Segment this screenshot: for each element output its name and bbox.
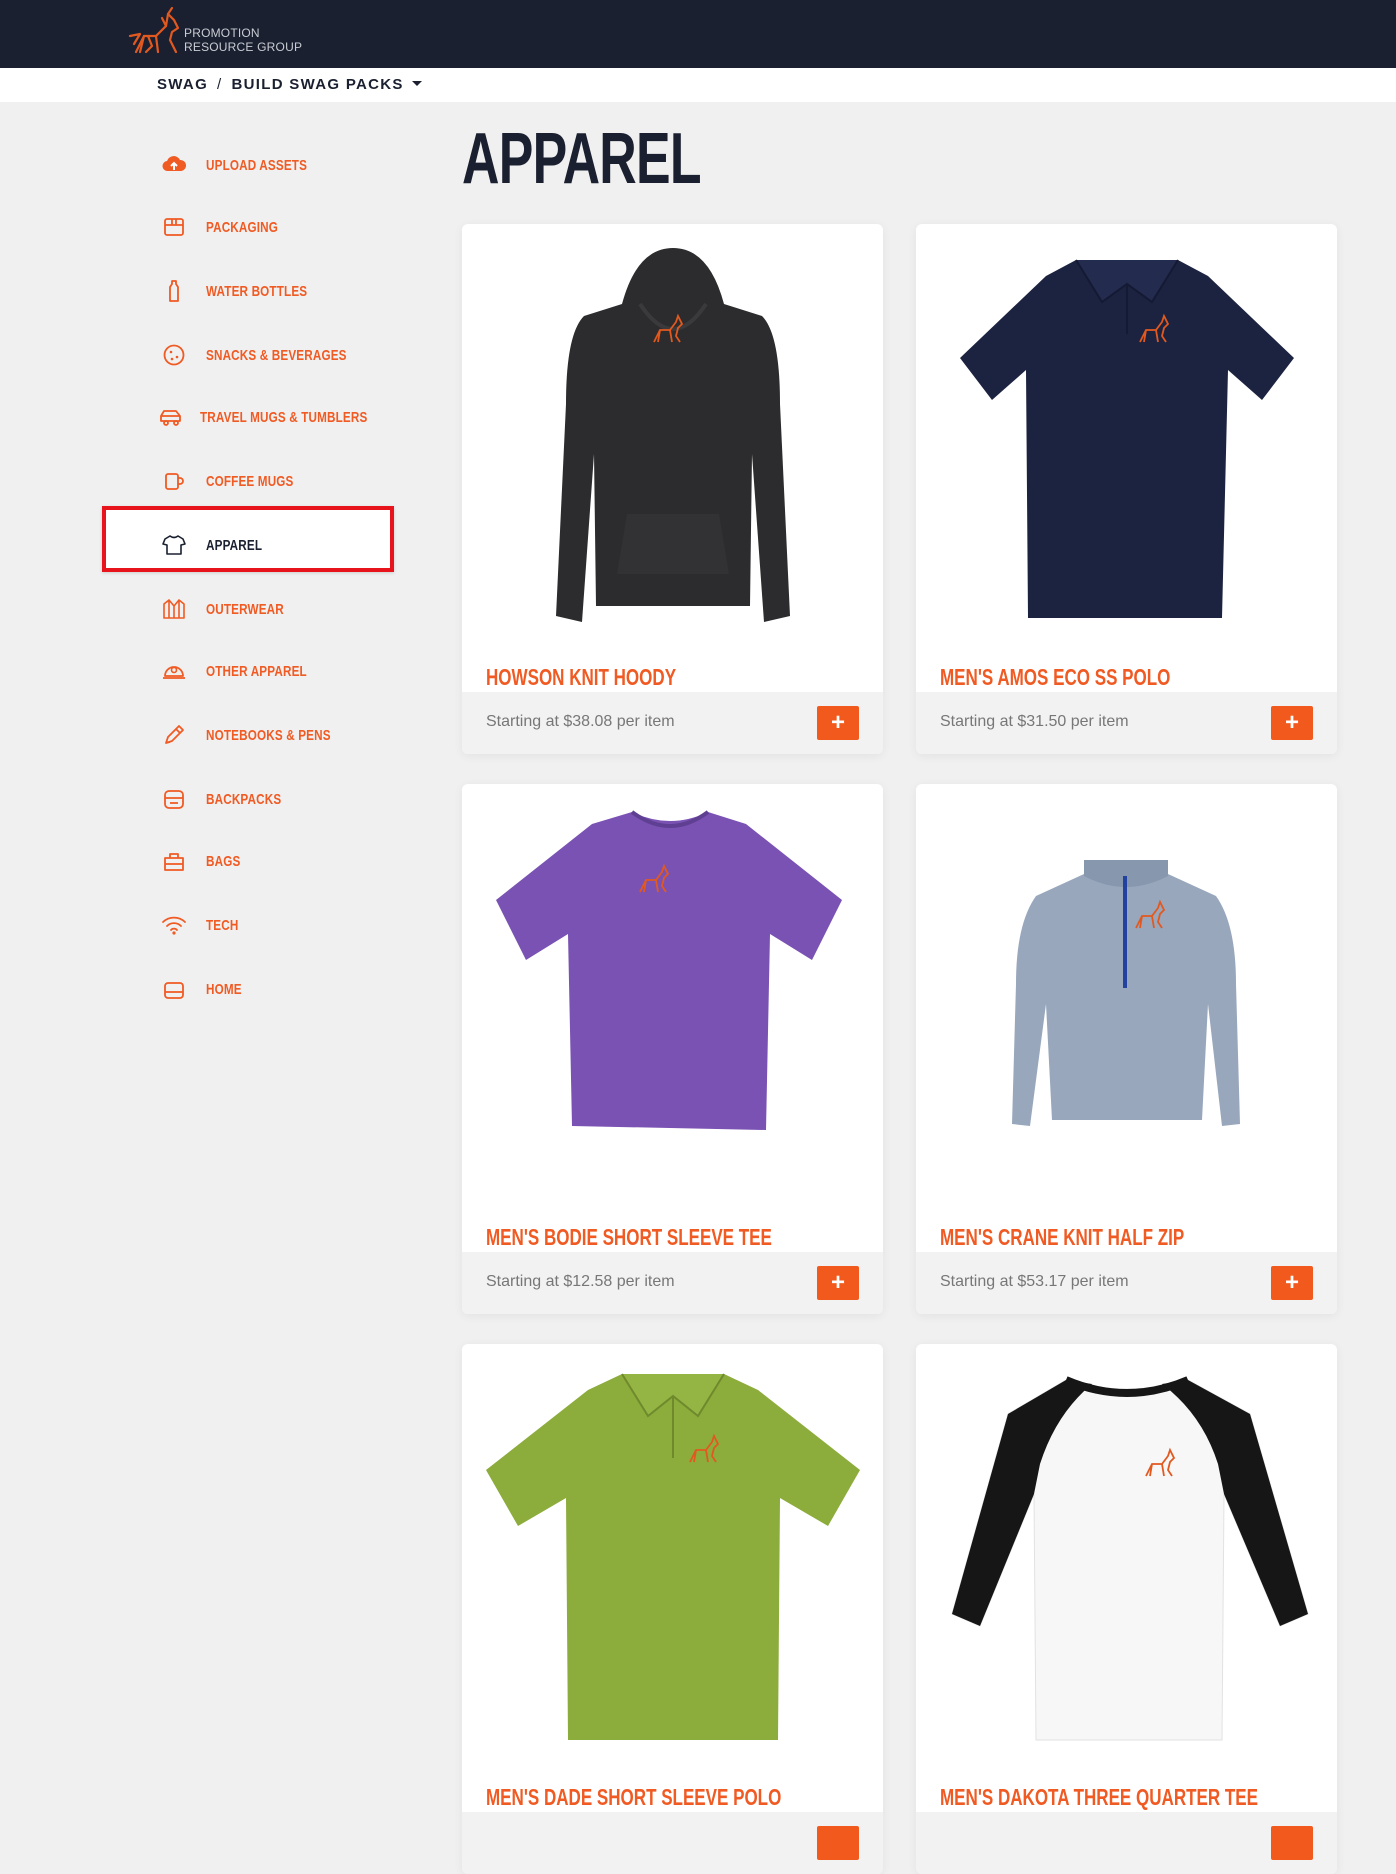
cloud-upload-icon xyxy=(158,149,190,181)
product-card[interactable]: MEN'S AMOS ECO SS POLO Starting at $31.5… xyxy=(916,224,1337,754)
product-footer: Starting at $53.17 per item + xyxy=(916,1252,1337,1314)
pen-icon xyxy=(158,719,190,751)
product-image[interactable] xyxy=(916,224,1337,644)
sidebar-item-snacks[interactable]: SNACKS & BEVERAGES xyxy=(158,339,398,371)
sidebar-item-outerwear[interactable]: OUTERWEAR xyxy=(158,593,398,625)
product-name[interactable]: MEN'S BODIE SHORT SLEEVE TEE xyxy=(486,1224,772,1251)
product-price: Starting at $53.17 per item xyxy=(940,1273,1129,1290)
product-name[interactable]: HOWSON KNIT HOODY xyxy=(486,664,676,691)
chevron-down-icon[interactable] xyxy=(411,81,422,87)
sidebar-item-tech[interactable]: TECH xyxy=(158,909,398,941)
product-name[interactable]: MEN'S CRANE KNIT HALF ZIP xyxy=(940,1224,1184,1251)
product-footer: Starting at $38.08 per item + xyxy=(462,692,883,754)
product-footer xyxy=(916,1812,1337,1874)
product-image[interactable] xyxy=(916,1344,1337,1764)
product-image[interactable] xyxy=(462,784,883,1204)
breadcrumb: SWAG / BUILD SWAG PACKS xyxy=(157,76,422,93)
sidebar-item-travel-mugs[interactable]: TRAVEL MUGS & TUMBLERS xyxy=(158,401,398,433)
add-to-pack-button[interactable]: + xyxy=(817,1266,859,1300)
product-image[interactable] xyxy=(462,224,883,644)
add-to-pack-button[interactable]: + xyxy=(1271,706,1313,740)
breadcrumb-root[interactable]: SWAG xyxy=(157,76,208,93)
product-price: Starting at $38.08 per item xyxy=(486,713,675,730)
sidebar-item-water-bottles[interactable]: WATER BOTTLES xyxy=(158,275,398,307)
backpack-icon xyxy=(158,783,190,815)
product-footer: Starting at $12.58 per item + xyxy=(462,1252,883,1314)
product-card[interactable]: HOWSON KNIT HOODY Starting at $38.08 per… xyxy=(462,224,883,754)
product-card[interactable]: MEN'S CRANE KNIT HALF ZIP Starting at $5… xyxy=(916,784,1337,1314)
top-bar: PROMOTION RESOURCE GROUP xyxy=(0,0,1396,68)
product-name[interactable]: MEN'S DADE SHORT SLEEVE POLO xyxy=(486,1784,781,1811)
sidebar-item-upload-assets[interactable]: UPLOAD ASSETS xyxy=(158,149,398,181)
sidebar-item-bags[interactable]: BAGS xyxy=(158,845,398,877)
wifi-icon xyxy=(158,909,190,941)
product-price: Starting at $12.58 per item xyxy=(486,1273,675,1290)
tshirt-icon xyxy=(158,529,190,561)
product-price: Starting at $31.50 per item xyxy=(940,713,1129,730)
sub-nav: SWAG / BUILD SWAG PACKS xyxy=(0,68,1396,102)
product-name[interactable]: MEN'S DAKOTA THREE QUARTER TEE xyxy=(940,1784,1258,1811)
sidebar-item-other-apparel[interactable]: OTHER APPAREL xyxy=(158,655,398,687)
bottle-icon xyxy=(158,275,190,307)
add-to-pack-button[interactable]: + xyxy=(1271,1266,1313,1300)
add-to-pack-button[interactable] xyxy=(1271,1826,1313,1860)
sidebar-item-notebooks-pens[interactable]: NOTEBOOKS & PENS xyxy=(158,719,398,751)
page-title: APPAREL xyxy=(462,119,702,199)
breadcrumb-current[interactable]: BUILD SWAG PACKS xyxy=(232,76,404,93)
unicorn-logo[interactable] xyxy=(126,6,186,58)
sidebar-item-packaging[interactable]: PACKAGING xyxy=(158,211,398,243)
product-image[interactable] xyxy=(462,1344,883,1764)
brand-name: PROMOTION RESOURCE GROUP xyxy=(184,26,303,54)
product-name[interactable]: MEN'S AMOS ECO SS POLO xyxy=(940,664,1170,691)
sidebar-item-apparel[interactable]: APPAREL xyxy=(158,529,398,561)
product-image[interactable] xyxy=(916,784,1337,1204)
jacket-icon xyxy=(158,593,190,625)
breadcrumb-separator: / xyxy=(217,76,223,93)
product-footer xyxy=(462,1812,883,1874)
add-to-pack-button[interactable] xyxy=(817,1826,859,1860)
bag-icon xyxy=(158,845,190,877)
cookie-icon xyxy=(158,339,190,371)
product-card[interactable]: MEN'S DADE SHORT SLEEVE POLO xyxy=(462,1344,883,1874)
product-card[interactable]: MEN'S BODIE SHORT SLEEVE TEE Starting at… xyxy=(462,784,883,1314)
mug-icon xyxy=(158,465,190,497)
car-icon xyxy=(158,401,184,433)
box-icon xyxy=(158,211,190,243)
product-card[interactable]: MEN'S DAKOTA THREE QUARTER TEE xyxy=(916,1344,1337,1874)
sidebar-item-backpacks[interactable]: BACKPACKS xyxy=(158,783,398,815)
add-to-pack-button[interactable]: + xyxy=(817,706,859,740)
cap-icon xyxy=(158,655,190,687)
home-icon xyxy=(158,973,190,1005)
sidebar-item-home[interactable]: HOME xyxy=(158,973,398,1005)
product-footer: Starting at $31.50 per item + xyxy=(916,692,1337,754)
sidebar-item-coffee-mugs[interactable]: COFFEE MUGS xyxy=(158,465,398,497)
